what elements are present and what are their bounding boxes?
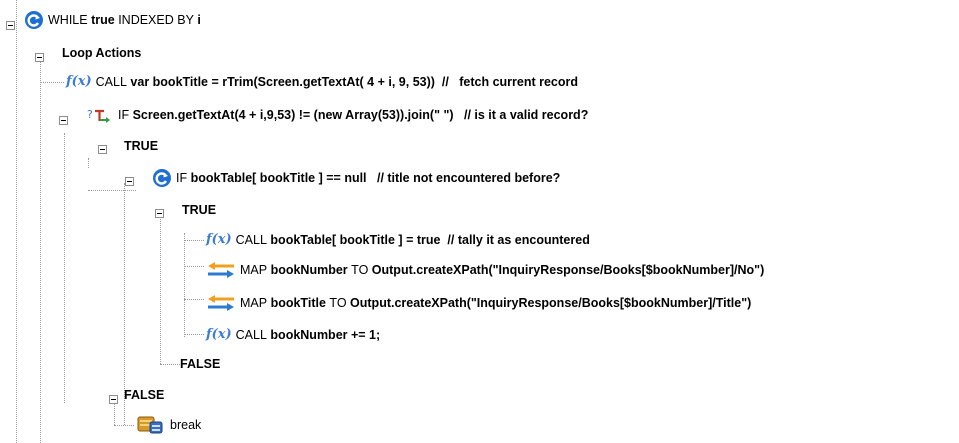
loop-icon: [24, 10, 44, 30]
map-arrows-icon: [206, 294, 236, 312]
collapse-toggle[interactable]: [59, 116, 68, 125]
tree-line: [184, 266, 204, 267]
tree-node-map-book-title[interactable]: MAP bookTitle TO Output.createXPath("Inq…: [206, 292, 751, 314]
map-keyword: MAP: [240, 296, 268, 310]
if-keyword: IF: [118, 108, 130, 122]
tree-node-true-branch[interactable]: TRUE: [124, 135, 158, 157]
tree-node-while[interactable]: WHILE true INDEXED BY i: [24, 9, 201, 31]
collapse-toggle[interactable]: [155, 209, 164, 218]
true-label: TRUE: [182, 203, 217, 217]
map-target: Output.createXPath("InquiryResponse/Book…: [350, 296, 752, 310]
break-label: break: [170, 418, 202, 432]
tree-line: [184, 299, 204, 300]
while-condition: true: [91, 13, 115, 27]
tree-line: [160, 364, 180, 365]
if-comment: // is it a valid record?: [463, 108, 589, 122]
while-keyword: WHILE: [48, 13, 88, 27]
tree-line: [184, 233, 185, 337]
if-code: bookTable[ bookTitle ] == null: [190, 171, 367, 185]
tree-node-map-book-number[interactable]: MAP bookNumber TO Output.createXPath("In…: [206, 259, 764, 281]
tree-line: [40, 58, 41, 443]
logic-tree: WHILE true INDEXED BY i Loop Actions f(x…: [0, 0, 959, 443]
tree-node-false-branch[interactable]: FALSE: [180, 353, 220, 375]
tree-node-true-branch[interactable]: TRUE: [182, 199, 216, 221]
map-to: TO: [351, 263, 369, 277]
tree-line: [184, 240, 204, 241]
map-source: bookTitle: [270, 296, 326, 310]
map-arrows-icon: [206, 261, 236, 279]
collapse-toggle[interactable]: [109, 395, 118, 404]
call-comment: // tally it as encountered: [447, 233, 590, 247]
index-variable: i: [197, 13, 201, 27]
function-icon: f(x): [206, 232, 232, 247]
tree-line: [160, 214, 161, 364]
call-keyword: CALL: [95, 75, 127, 89]
loop-actions-label: Loop Actions: [62, 46, 142, 60]
false-label: FALSE: [124, 388, 165, 402]
call-comment: // fetch current record: [441, 75, 579, 89]
map-to: TO: [329, 296, 347, 310]
tree-line: [88, 158, 89, 168]
tree-node-call-increment[interactable]: f(x) CALL bookNumber += 1;: [206, 324, 380, 346]
tree-node-loop-actions[interactable]: Loop Actions: [62, 42, 141, 64]
call-code: bookTable[ bookTitle ] = true: [270, 233, 441, 247]
svg-text:?: ?: [87, 108, 93, 121]
call-keyword: CALL: [235, 328, 267, 342]
conditional-icon: ?: [86, 106, 114, 124]
tree-line: [16, 0, 17, 443]
function-icon: f(x): [66, 74, 92, 89]
tree-node-if-valid-record[interactable]: ? IF Screen.getTextAt(4 + i,9,53) != (ne…: [86, 104, 588, 126]
true-label: TRUE: [124, 139, 159, 153]
loop-icon: [152, 168, 172, 188]
collapse-toggle[interactable]: [125, 177, 134, 186]
tree-line: [114, 425, 134, 426]
break-icon: [136, 415, 166, 435]
call-keyword: CALL: [235, 233, 267, 247]
indexed-by-label: INDEXED BY: [118, 13, 194, 27]
map-source: bookNumber: [270, 263, 348, 277]
collapse-toggle[interactable]: [6, 21, 15, 30]
tree-node-call-book-title[interactable]: f(x) CALL var bookTitle = rTrim(Screen.g…: [66, 71, 578, 93]
if-code: Screen.getTextAt(4 + i,9,53) != (new Arr…: [132, 108, 454, 122]
function-icon: f(x): [206, 327, 232, 342]
collapse-toggle[interactable]: [98, 145, 107, 154]
map-keyword: MAP: [240, 263, 268, 277]
tree-node-break[interactable]: break: [136, 414, 201, 436]
tree-line: [88, 190, 136, 191]
if-keyword: IF: [176, 171, 188, 185]
map-target: Output.createXPath("InquiryResponse/Book…: [371, 263, 765, 277]
tree-node-if-not-encountered[interactable]: IF bookTable[ bookTitle ] == null // tit…: [152, 167, 560, 189]
call-code: bookNumber += 1;: [270, 328, 381, 342]
if-comment: // title not encountered before?: [376, 171, 561, 185]
tree-line: [184, 334, 204, 335]
collapse-toggle[interactable]: [35, 53, 44, 62]
tree-node-false-branch[interactable]: FALSE: [124, 384, 164, 406]
call-code: var bookTitle = rTrim(Screen.getTextAt( …: [130, 75, 435, 89]
tree-line: [64, 133, 65, 403]
tree-node-call-tally[interactable]: f(x) CALL bookTable[ bookTitle ] = true …: [206, 229, 590, 251]
false-label: FALSE: [180, 357, 221, 371]
tree-line: [40, 82, 64, 83]
